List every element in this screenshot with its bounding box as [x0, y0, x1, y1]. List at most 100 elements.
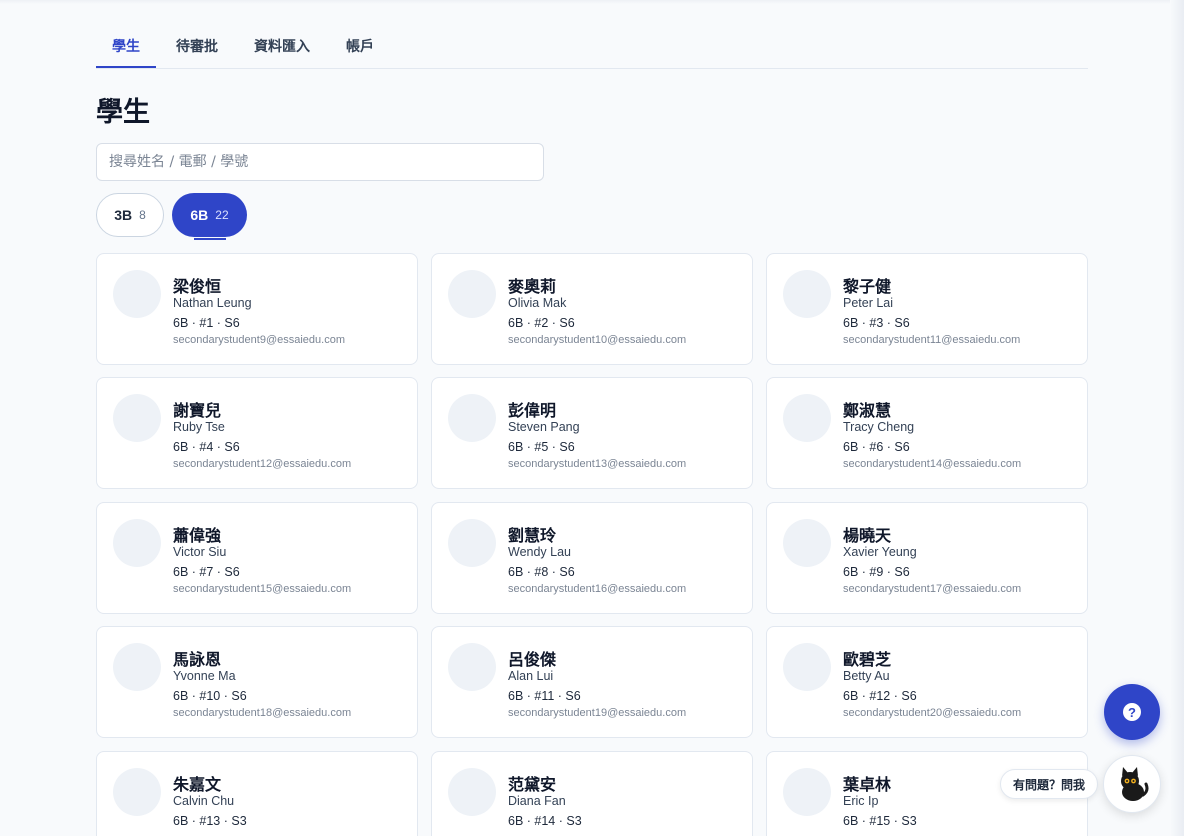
student-card[interactable]: 劉慧玲 Wendy Lau 6B · #8 · S6 secondarystud… [431, 502, 753, 614]
student-name-zh: 歐碧芝 [843, 650, 892, 669]
student-meta: 6B · #5 · S6 [508, 440, 575, 454]
avatar [783, 394, 831, 442]
student-email: secondarystudent14@essaiedu.com [843, 458, 1022, 470]
student-meta: 6B · #9 · S6 [843, 565, 910, 579]
student-email: secondarystudent11@essaiedu.com [843, 334, 1021, 346]
student-meta: 6B · #13 · S3 [173, 814, 247, 828]
avatar [113, 394, 161, 442]
student-meta: 6B · #4 · S6 [173, 440, 240, 454]
student-meta: 6B · #1 · S6 [173, 316, 240, 330]
ask-me-bubble[interactable]: 有問題？問我 [1000, 769, 1099, 799]
class-filter-label: 3B [114, 207, 133, 223]
student-email: secondarystudent15@essaiedu.com [173, 583, 352, 595]
student-card[interactable]: 呂俊傑 Alan Lui 6B · #11 · S6 secondarystud… [431, 626, 753, 738]
active-tab-indicator [96, 66, 156, 68]
student-name-zh: 黎子健 [843, 277, 892, 296]
main-container: 學生 待審批 資料匯入 帳戶 學生 3B 8 6B 22 梁俊恒 Nathan … [96, 0, 1088, 836]
student-email: secondarystudent18@essaiedu.com [173, 707, 352, 719]
student-name-en: Steven Pang [508, 420, 580, 434]
student-email: secondarystudent10@essaiedu.com [508, 334, 687, 346]
avatar [448, 270, 496, 318]
student-meta: 6B · #6 · S6 [843, 440, 910, 454]
avatar [113, 768, 161, 816]
student-card[interactable]: 彭偉明 Steven Pang 6B · #5 · S6 secondaryst… [431, 377, 753, 489]
student-card[interactable]: 蕭偉強 Victor Siu 6B · #7 · S6 secondarystu… [96, 502, 418, 614]
student-name-zh: 馬詠恩 [173, 650, 222, 669]
tab-data-import[interactable]: 資料匯入 [254, 36, 310, 56]
avatar [783, 768, 831, 816]
student-meta: 6B · #2 · S6 [508, 316, 575, 330]
student-name-en: Calvin Chu [173, 794, 235, 808]
student-email: secondarystudent16@essaiedu.com [508, 583, 687, 595]
search-input[interactable] [96, 143, 544, 181]
tab-students[interactable]: 學生 [112, 36, 140, 56]
student-email: secondarystudent13@essaiedu.com [508, 458, 687, 470]
black-cat-icon [1121, 767, 1149, 801]
student-meta: 6B · #10 · S6 [173, 689, 247, 703]
student-meta: 6B · #3 · S6 [843, 316, 910, 330]
class-filter-6b[interactable]: 6B 22 [172, 193, 247, 237]
student-name-en: Eric Ip [843, 794, 879, 808]
student-name-en: Tracy Cheng [843, 420, 915, 434]
class-filter-3b[interactable]: 3B 8 [96, 193, 164, 237]
avatar [113, 643, 161, 691]
avatar [783, 643, 831, 691]
avatar [448, 519, 496, 567]
help-button[interactable]: ? [1104, 684, 1160, 740]
student-name-zh: 呂俊傑 [508, 650, 557, 669]
assistant-mascot-button[interactable] [1103, 755, 1161, 813]
avatar [783, 519, 831, 567]
student-name-zh: 葉卓林 [843, 775, 892, 794]
student-email: secondarystudent20@essaiedu.com [843, 707, 1022, 719]
student-email: secondarystudent9@essaiedu.com [173, 334, 345, 346]
student-card[interactable]: 鄭淑慧 Tracy Cheng 6B · #6 · S6 secondaryst… [766, 377, 1088, 489]
student-meta: 6B · #12 · S6 [843, 689, 917, 703]
student-name-zh: 范黛安 [508, 775, 557, 794]
student-meta: 6B · #8 · S6 [508, 565, 575, 579]
tab-accounts[interactable]: 帳戶 [346, 36, 374, 56]
class-filter-label: 6B [190, 207, 209, 223]
student-name-en: Peter Lai [843, 296, 894, 310]
student-name-zh: 梁俊恒 [173, 277, 222, 296]
avatar [448, 643, 496, 691]
student-card[interactable]: 楊曉天 Xavier Yeung 6B · #9 · S6 secondarys… [766, 502, 1088, 614]
student-name-en: Ruby Tse [173, 420, 225, 434]
avatar [113, 519, 161, 567]
student-email: secondarystudent19@essaiedu.com [508, 707, 687, 719]
avatar [783, 270, 831, 318]
student-name-en: Yvonne Ma [173, 669, 236, 683]
student-meta: 6B · #14 · S3 [508, 814, 582, 828]
student-card[interactable]: 梁俊恒 Nathan Leung 6B · #1 · S6 secondarys… [96, 253, 418, 365]
student-name-zh: 劉慧玲 [508, 526, 557, 545]
student-name-en: Olivia Mak [508, 296, 567, 310]
student-name-en: Betty Au [843, 669, 890, 683]
student-card[interactable]: 歐碧芝 Betty Au 6B · #12 · S6 secondarystud… [766, 626, 1088, 738]
class-filter-count: 8 [139, 208, 146, 222]
student-card[interactable]: 黎子健 Peter Lai 6B · #3 · S6 secondarystud… [766, 253, 1088, 365]
avatar [113, 270, 161, 318]
student-name-en: Nathan Leung [173, 296, 252, 310]
tab-pending-approval[interactable]: 待審批 [176, 36, 218, 56]
class-filter-count: 22 [215, 208, 229, 222]
page-title: 學生 [96, 97, 150, 128]
student-name-en: Xavier Yeung [843, 545, 917, 559]
student-email: secondarystudent12@essaiedu.com [173, 458, 352, 470]
avatar [448, 768, 496, 816]
student-name-en: Victor Siu [173, 545, 227, 559]
student-name-en: Alan Lui [508, 669, 554, 683]
student-name-en: Diana Fan [508, 794, 566, 808]
student-name-zh: 朱嘉文 [173, 775, 222, 794]
student-card[interactable]: 朱嘉文 Calvin Chu 6B · #13 · S3 [96, 751, 418, 836]
student-name-zh: 彭偉明 [508, 401, 557, 420]
student-card[interactable]: 謝寶兒 Ruby Tse 6B · #4 · S6 secondarystude… [96, 377, 418, 489]
scrollbar-track[interactable] [1170, 0, 1184, 836]
avatar [448, 394, 496, 442]
student-meta: 6B · #11 · S6 [508, 689, 581, 703]
student-card[interactable]: 馬詠恩 Yvonne Ma 6B · #10 · S6 secondarystu… [96, 626, 418, 738]
student-card[interactable]: 麥奧莉 Olivia Mak 6B · #2 · S6 secondarystu… [431, 253, 753, 365]
student-name-zh: 楊曉天 [843, 526, 892, 545]
tab-bar: 學生 待審批 資料匯入 帳戶 [96, 0, 1088, 69]
student-name-zh: 蕭偉強 [173, 526, 222, 545]
student-name-zh: 麥奧莉 [508, 277, 557, 296]
student-card[interactable]: 范黛安 Diana Fan 6B · #14 · S3 [431, 751, 753, 836]
